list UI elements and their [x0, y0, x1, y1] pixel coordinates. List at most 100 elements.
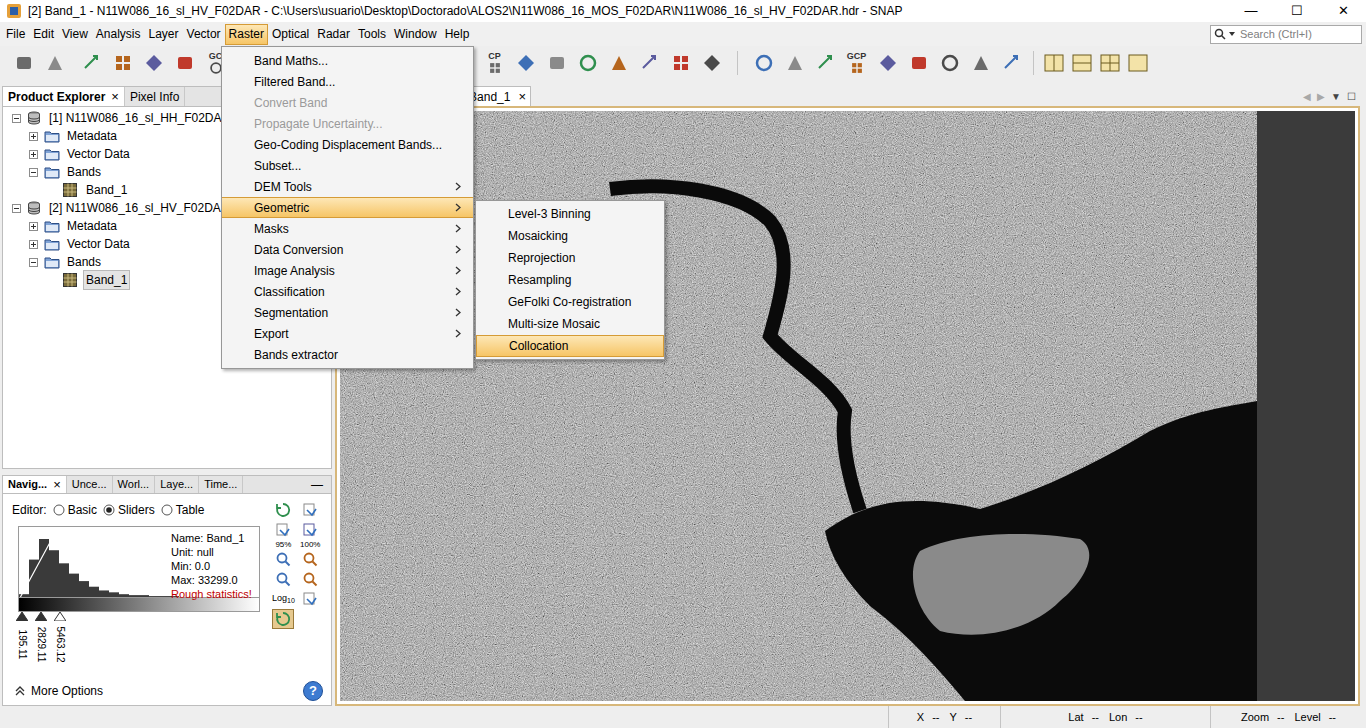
toolbar-button[interactable] [138, 48, 169, 78]
expand-icon[interactable] [29, 150, 38, 159]
nav-button[interactable] [299, 589, 321, 609]
menu-entry[interactable]: Data Conversion [222, 239, 473, 260]
collapse-icon[interactable] [29, 258, 38, 267]
radio-option[interactable]: Sliders [103, 501, 155, 519]
menu-entry[interactable]: Band Maths... [222, 50, 473, 71]
zoom-button[interactable]: 95% [272, 520, 295, 549]
menu-entry[interactable]: Masks [222, 218, 473, 239]
minimize-button[interactable]: — [311, 476, 323, 493]
submenu-entry[interactable]: Level-3 Binning [476, 203, 664, 225]
menu-entry[interactable]: Filtered Band... [222, 71, 473, 92]
menu-entry[interactable]: Convert Band [222, 92, 473, 113]
toolbar-button[interactable] [903, 48, 934, 78]
toolbar-button[interactable] [696, 48, 727, 78]
menu-entry[interactable]: Propagate Uncertainty... [222, 113, 473, 134]
radio-option[interactable]: Table [161, 501, 205, 519]
window-control-button[interactable]: — [1228, 0, 1274, 22]
tab[interactable]: Navig...× [3, 476, 67, 493]
more-options-link[interactable]: More Options [31, 682, 103, 700]
nav-button[interactable] [299, 520, 321, 540]
menu-entry[interactable]: Subset... [222, 155, 473, 176]
slider-handle[interactable]: 5463.12 [53, 612, 67, 667]
toolbar-button[interactable]: GCP [841, 48, 872, 78]
view-control-button[interactable]: ☐ [1347, 89, 1356, 104]
menu-entry[interactable]: Geo-Coding Displacement Bands... [222, 134, 473, 155]
menu-entry[interactable]: Bands extractor [222, 344, 473, 365]
submenu-entry[interactable]: Collocation [476, 335, 664, 357]
slider-handle[interactable]: 2829.11 [34, 612, 48, 667]
toolbar-button[interactable] [779, 48, 810, 78]
toolbar-button[interactable] [8, 48, 39, 78]
menu-entry[interactable]: Export [222, 323, 473, 344]
nav-button[interactable] [272, 549, 294, 569]
layout-button[interactable] [1040, 48, 1068, 78]
toolbar-button[interactable] [934, 48, 965, 78]
toolbar-button[interactable] [510, 48, 541, 78]
nav-button[interactable] [272, 569, 294, 589]
log-button[interactable]: Log10 [272, 589, 295, 609]
menu-entry[interactable]: Image Analysis [222, 260, 473, 281]
menu-item[interactable]: Raster [225, 24, 268, 45]
slider-handle[interactable]: 195.11 [15, 612, 29, 667]
tab[interactable]: Pixel Info [125, 87, 185, 106]
search-field[interactable]: Search (Ctrl+I) [1210, 25, 1362, 44]
view-tab[interactable]: Band_1× [464, 86, 531, 106]
menu-item[interactable]: Analysis [92, 24, 145, 45]
toolbar-button[interactable] [872, 48, 903, 78]
toolbar-button[interactable]: CP [479, 48, 510, 78]
toolbar-button[interactable] [39, 48, 70, 78]
menu-item[interactable]: File [2, 24, 29, 45]
layout-button[interactable] [1124, 48, 1152, 78]
tab[interactable]: Time... [199, 476, 243, 493]
menu-item[interactable]: Layer [145, 24, 183, 45]
toolbar-button[interactable] [76, 48, 107, 78]
toolbar-button[interactable] [748, 48, 779, 78]
toolbar-button[interactable] [572, 48, 603, 78]
nav-button[interactable] [272, 609, 294, 629]
collapse-icon[interactable] [12, 114, 21, 123]
submenu-entry[interactable]: GeFolki Co-registration [476, 291, 664, 313]
tab[interactable]: Laye... [155, 476, 199, 493]
layout-button[interactable] [1068, 48, 1096, 78]
expand-icon[interactable] [29, 240, 38, 249]
tab[interactable]: Product Explorer× [3, 87, 125, 106]
layout-button[interactable] [1096, 48, 1124, 78]
toolbar-button[interactable] [541, 48, 572, 78]
collapse-icon[interactable] [12, 204, 21, 213]
collapse-icon[interactable] [29, 168, 38, 177]
nav-button[interactable] [272, 520, 294, 540]
menu-entry[interactable]: Geometric [222, 197, 473, 218]
menu-item[interactable]: Radar [313, 24, 354, 45]
menu-item[interactable]: Help [441, 24, 474, 45]
toolbar-button[interactable] [634, 48, 665, 78]
nav-button[interactable] [272, 500, 294, 520]
tab[interactable]: Worl... [113, 476, 156, 493]
view-tab-close-button[interactable]: × [518, 90, 526, 103]
menu-entry[interactable]: Segmentation [222, 302, 473, 323]
nav-button[interactable] [299, 549, 321, 569]
tab[interactable]: Unce... [67, 476, 113, 493]
toolbar-button[interactable] [810, 48, 841, 78]
expand-icon[interactable] [29, 132, 38, 141]
view-control-button[interactable]: ▶ [1317, 89, 1325, 104]
menu-item[interactable]: Tools [354, 24, 390, 45]
toolbar-button[interactable] [996, 48, 1027, 78]
window-control-button[interactable]: ✕ [1320, 0, 1366, 22]
toolbar-button[interactable] [965, 48, 996, 78]
toolbar-button[interactable] [169, 48, 200, 78]
submenu-entry[interactable]: Multi-size Mosaic [476, 313, 664, 335]
view-control-button[interactable]: ◀ [1303, 89, 1311, 104]
nav-button[interactable] [299, 500, 321, 520]
tab-close-button[interactable]: × [53, 478, 61, 491]
help-button[interactable]: ? [303, 681, 323, 701]
toolbar-button[interactable] [603, 48, 634, 78]
view-control-button[interactable]: ▼ [1331, 89, 1341, 104]
menu-item[interactable]: Window [390, 24, 441, 45]
submenu-entry[interactable]: Reprojection [476, 247, 664, 269]
menu-item[interactable]: Edit [29, 24, 58, 45]
toolbar-button[interactable] [665, 48, 696, 78]
window-control-button[interactable]: ☐ [1274, 0, 1320, 22]
submenu-entry[interactable]: Mosaicking [476, 225, 664, 247]
tab-close-button[interactable]: × [111, 90, 119, 103]
submenu-entry[interactable]: Resampling [476, 269, 664, 291]
